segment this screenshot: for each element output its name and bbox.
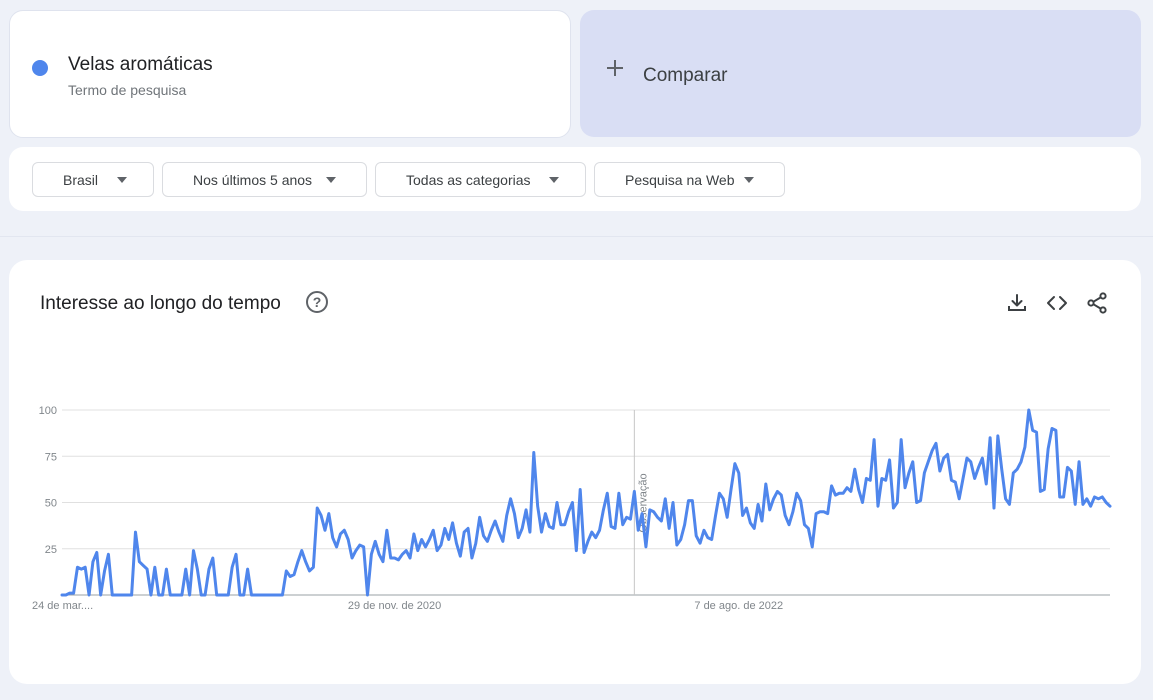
search-term-subtitle: Termo de pesquisa — [68, 82, 187, 98]
x-tick-label-2: 7 de ago. de 2022 — [694, 600, 783, 612]
compare-label: Comparar — [643, 65, 728, 86]
search-term-name[interactable]: Velas aromáticas — [68, 54, 213, 76]
filter-time-label: Nos últimos 5 anos — [193, 172, 313, 188]
x-tick-label-0: 24 de mar.... — [32, 600, 93, 612]
filter-category-dropdown[interactable]: Todas as categorias — [375, 162, 586, 197]
y-tick-label-75: 75 — [45, 451, 57, 463]
filter-region-dropdown[interactable]: Brasil — [32, 162, 154, 197]
filter-search-type-dropdown[interactable]: Pesquisa na Web — [594, 162, 785, 197]
filter-search-type-label: Pesquisa na Web — [625, 172, 735, 188]
y-tick-label-100: 100 — [39, 405, 57, 417]
chevron-down-icon — [117, 177, 127, 183]
filter-bar: Brasil Nos últimos 5 anos Todas as categ… — [9, 147, 1141, 211]
series-color-dot — [32, 60, 48, 76]
compare-button[interactable]: Comparar — [580, 10, 1141, 137]
chevron-down-icon — [549, 177, 559, 183]
plus-icon — [607, 60, 623, 76]
interest-over-time-card: Interesse ao longo do tempo ? 25 50 75 100 2… — [9, 260, 1141, 684]
filter-region-label: Brasil — [63, 172, 99, 188]
chevron-down-icon — [326, 177, 336, 183]
y-tick-label-25: 25 — [45, 544, 57, 556]
chevron-down-icon — [744, 177, 754, 183]
y-tick-label-50: 50 — [45, 498, 57, 510]
filter-category-label: Todas as categorias — [406, 172, 531, 188]
filter-time-dropdown[interactable]: Nos últimos 5 anos — [162, 162, 367, 197]
search-term-card[interactable]: Velas aromáticas Termo de pesquisa — [9, 10, 571, 138]
interest-line-chart: 25 50 75 100 24 de mar.... 29 de nov. de 2020… — [32, 405, 1112, 612]
x-tick-label-1: 29 de nov. de 2020 — [348, 600, 441, 612]
section-divider — [0, 236, 1153, 237]
